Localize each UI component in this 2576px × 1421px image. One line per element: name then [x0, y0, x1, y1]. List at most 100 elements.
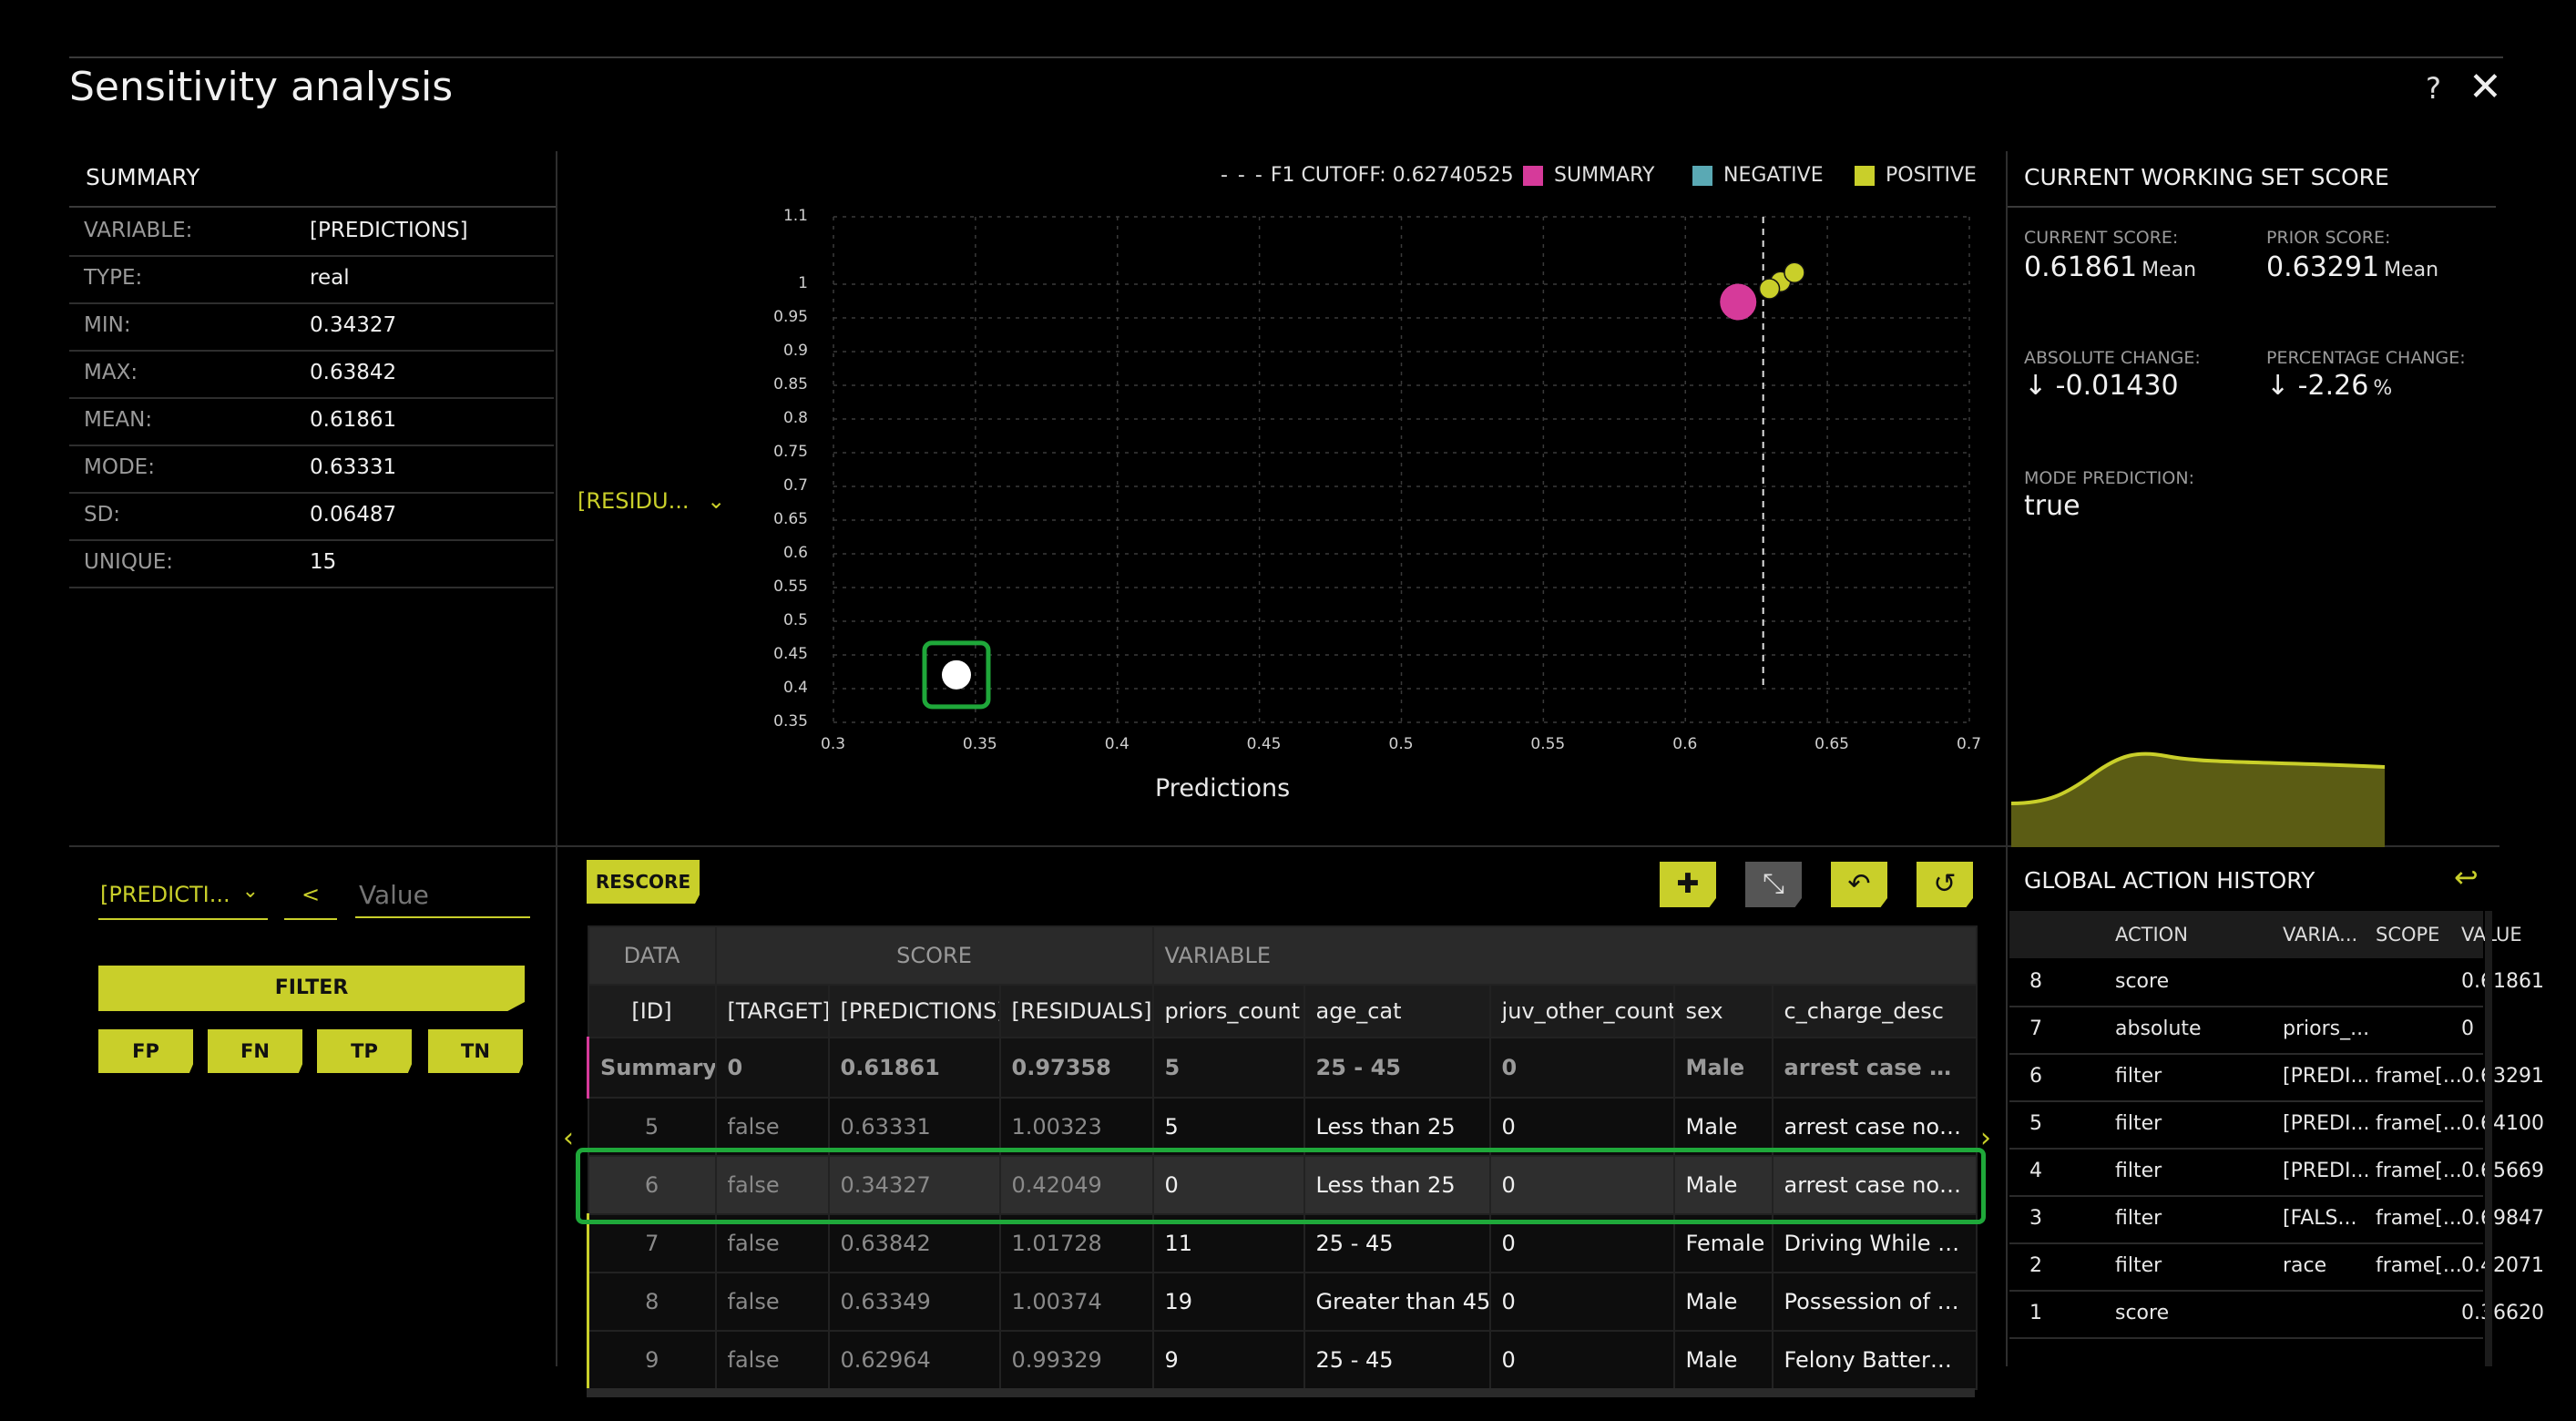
mode-prediction-label: MODE PREDICTION:: [2024, 468, 2194, 488]
table-cell: arrest case no c...: [1771, 1037, 1978, 1099]
scroll-right-icon[interactable]: ›: [1980, 1122, 1991, 1154]
history-cell: 5: [2029, 1112, 2042, 1135]
table-cell: 1.00323: [998, 1097, 1154, 1157]
table-row[interactable]: 7 false 0.63842 1.01728 11 25 - 45 0 Female Driv…: [587, 1213, 1978, 1273]
history-cell: [PREDI...: [2283, 1112, 2370, 1135]
history-row[interactable]: 7 absolute priors_... 0: [2009, 1006, 2483, 1055]
table-cell: 7: [587, 1213, 717, 1273]
table-row[interactable]: 8 false 0.63349 1.00374 19 Greater than 45 0 Ma…: [587, 1272, 1978, 1332]
table-row[interactable]: 6 false 0.34327 0.42049 0 Less than 25 0 Male ar…: [587, 1155, 1978, 1215]
history-row[interactable]: 3 filter [FALS... frame[... 0.69847: [2009, 1195, 2544, 1244]
y-tick-label: 0.7: [782, 476, 808, 495]
tn-button[interactable]: TN: [428, 1029, 523, 1073]
collapse-icon[interactable]: ⤡: [1745, 862, 1802, 907]
table-cell: 0.63331: [827, 1097, 1001, 1157]
table-cell: false: [714, 1330, 830, 1390]
table-cell: 0: [1488, 1213, 1675, 1273]
positive-point: [1758, 278, 1781, 300]
history-cell: 0: [2461, 1017, 2474, 1040]
column-header[interactable]: [RESIDUALS]: [998, 984, 1154, 1038]
history-cell: filter: [2115, 1160, 2162, 1182]
undo-icon[interactable]: ↶: [1831, 862, 1887, 907]
table-cell: Possession of Co...: [1771, 1272, 1978, 1332]
y-tick-label: 1: [798, 274, 808, 292]
column-header[interactable]: age_cat: [1303, 984, 1491, 1038]
column-header[interactable]: [ID]: [587, 984, 717, 1038]
table-row[interactable]: 5 false 0.63331 1.00323 5 Less than 25 0 Male ar…: [587, 1097, 1978, 1157]
history-cell: 6: [2029, 1065, 2042, 1088]
history-scrollbar[interactable]: [2485, 911, 2492, 1366]
history-cell: 0.65669: [2461, 1160, 2544, 1182]
reset-icon[interactable]: ↺: [1917, 862, 1973, 907]
y-tick-label: 0.5: [782, 611, 808, 629]
column-header[interactable]: priors_count: [1151, 984, 1305, 1038]
x-tick-label: 0.7: [1957, 735, 1982, 753]
filter-operator-select[interactable]: <: [284, 873, 337, 920]
table-cell: 5: [1151, 1097, 1305, 1157]
x-tick-label: 0.65: [1814, 735, 1849, 753]
x-tick-label: 0.4: [1104, 735, 1130, 753]
column-header[interactable]: [TARGET]: [714, 984, 830, 1038]
history-cell: 7: [2029, 1017, 2042, 1040]
history-row[interactable]: 8 score 0.61861: [2009, 958, 2544, 1007]
y-tick-label: 0.4: [782, 679, 808, 697]
table-row[interactable]: 9 false 0.62964 0.99329 9 25 - 45 0 Male Felony …: [587, 1330, 1978, 1390]
history-row[interactable]: 1 score 0.36620: [2009, 1290, 2544, 1339]
group-variable: VARIABLE: [1151, 925, 1978, 986]
table-cell: 0.63349: [827, 1272, 1001, 1332]
history-row[interactable]: 4 filter [PREDI... frame[... 0.65669: [2009, 1148, 2544, 1197]
history-header-row: ACTION VARIA... SCOPE VALUE: [2009, 911, 2522, 958]
x-tick-label: 0.55: [1530, 735, 1566, 753]
column-header[interactable]: juv_other_count: [1488, 984, 1675, 1038]
filter-variable-select[interactable]: [PREDICTI... ⌄: [98, 873, 268, 920]
table-cell: 0: [714, 1037, 830, 1099]
current-score-label: CURRENT SCORE:: [2024, 228, 2179, 248]
tp-button[interactable]: TP: [317, 1029, 412, 1073]
table-cell: Less than 25: [1303, 1097, 1491, 1157]
undo-history-icon[interactable]: ↩: [2454, 860, 2479, 895]
history-cell: filter: [2115, 1254, 2162, 1277]
summary-divider: [69, 845, 556, 847]
table-cell: Male: [1672, 1037, 1774, 1099]
table-cell: 0: [1488, 1272, 1675, 1332]
history-cell: filter: [2115, 1207, 2162, 1230]
history-cell: 0.69847: [2461, 1207, 2544, 1230]
summary-data-row[interactable]: Summary 0 0.61861 0.97358 5 25 - 45 0 Male arres…: [587, 1037, 1978, 1099]
table-cell: 0: [1488, 1037, 1675, 1099]
fp-button[interactable]: FP: [98, 1029, 193, 1073]
history-heading: GLOBAL ACTION HISTORY: [2024, 867, 2315, 894]
percentage-change: ↓ -2.26 %: [2266, 370, 2393, 402]
absolute-change-value: ↓ -0.01430: [2024, 370, 2179, 402]
plus-icon[interactable]: ✚: [1660, 862, 1716, 907]
history-row[interactable]: 2 filter race frame[... 0.42071: [2009, 1242, 2544, 1292]
table-cell: arrest case no c...: [1771, 1097, 1978, 1157]
table-cell: Less than 25: [1303, 1155, 1491, 1215]
rescore-button[interactable]: RESCORE: [587, 860, 700, 904]
table-cell: Greater than 45: [1303, 1272, 1491, 1332]
x-axis-label: Predictions: [1155, 774, 1291, 803]
history-cell: 0.63291: [2461, 1065, 2544, 1088]
y-tick-label: 0.55: [773, 578, 808, 596]
table-cell: 25 - 45: [1303, 1213, 1491, 1273]
history-cell: 0.64100: [2461, 1112, 2544, 1135]
column-header[interactable]: c_charge_desc: [1771, 984, 1978, 1038]
y-tick-label: 0.35: [773, 712, 808, 731]
fn-button[interactable]: FN: [208, 1029, 302, 1073]
x-tick-label: 0.35: [962, 735, 997, 753]
history-row[interactable]: 5 filter [PREDI... frame[... 0.64100: [2009, 1100, 2544, 1150]
filter-button[interactable]: FILTER: [98, 966, 525, 1011]
chevron-down-icon: ⌄: [241, 880, 259, 903]
table-cell: 5: [587, 1097, 717, 1157]
x-tick-label: 0.45: [1246, 735, 1282, 753]
scroll-left-icon[interactable]: ‹: [563, 1122, 574, 1154]
table-cell: 0.42049: [998, 1155, 1154, 1215]
column-header[interactable]: sex: [1672, 984, 1774, 1038]
filter-value-input[interactable]: [355, 873, 530, 918]
column-header[interactable]: [PREDICTIONS]: [827, 984, 1001, 1038]
history-cell: frame[...: [2376, 1160, 2462, 1182]
table-cell: false: [714, 1155, 830, 1215]
table-cell: 0: [1488, 1097, 1675, 1157]
table-cell: Male: [1672, 1272, 1774, 1332]
table-horizontal-scrollbar[interactable]: [587, 1388, 1975, 1397]
history-row[interactable]: 6 filter [PREDI... frame[... 0.63291: [2009, 1053, 2544, 1102]
